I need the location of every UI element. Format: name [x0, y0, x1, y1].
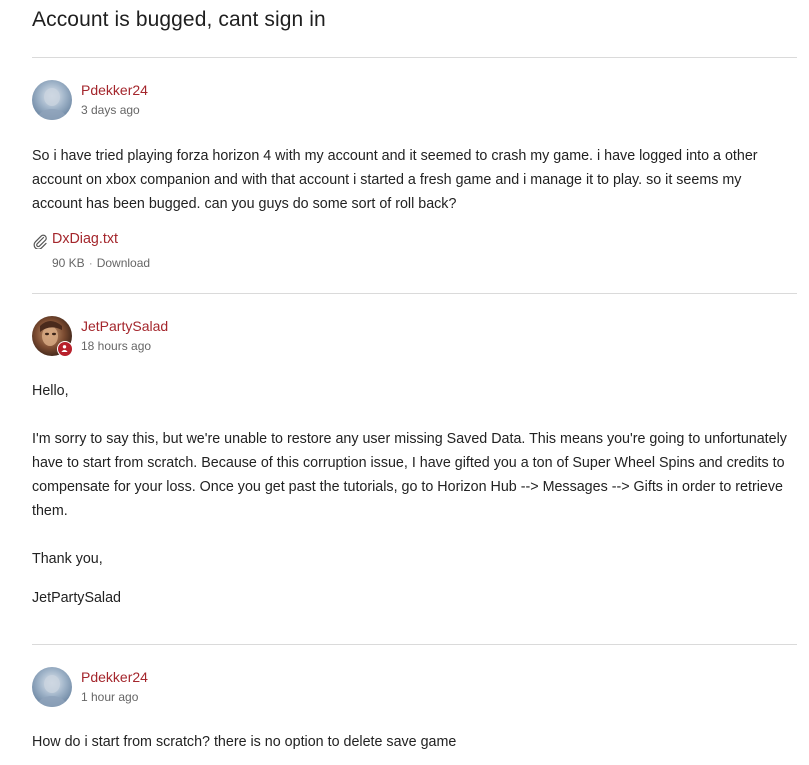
post-3: Pdekker24 1 hour ago How do i start from… — [32, 667, 792, 754]
post-paragraph: Thank you, — [32, 551, 103, 567]
avatar[interactable] — [32, 80, 72, 120]
divider — [32, 293, 797, 294]
attachment-meta: 90 KB · Download — [52, 256, 150, 270]
avatar[interactable] — [32, 667, 72, 707]
post-2: JetPartySalad 18 hours ago Hello, I'm so… — [32, 316, 792, 610]
author-name[interactable]: JetPartySalad — [81, 318, 168, 334]
meta-separator: · — [88, 256, 93, 270]
attachment-size: 90 KB — [52, 256, 85, 270]
attachment-filename[interactable]: DxDiag.txt — [52, 231, 118, 247]
paperclip-icon — [33, 234, 47, 249]
post-timestamp: 1 hour ago — [81, 690, 139, 704]
divider — [32, 644, 797, 645]
post-1: Pdekker24 3 days ago So i have tried pla… — [32, 80, 792, 216]
post-header: Pdekker24 1 hour ago — [32, 667, 792, 711]
post-timestamp: 3 days ago — [81, 103, 140, 117]
download-link[interactable]: Download — [97, 256, 150, 270]
post-body: So i have tried playing forza horizon 4 … — [32, 148, 758, 212]
thread-title: Account is bugged, cant sign in — [32, 8, 326, 31]
post-paragraph: JetPartySalad — [32, 590, 122, 606]
post-paragraph: I'm sorry to say this, but we're unable … — [32, 431, 787, 519]
post-header: JetPartySalad 18 hours ago — [32, 316, 792, 360]
avatar-wrapper — [32, 316, 76, 360]
post-header: Pdekker24 3 days ago — [32, 80, 792, 124]
post-paragraph: Hello, — [32, 383, 69, 399]
post-body: How do i start from scratch? there is no… — [32, 734, 457, 750]
divider — [32, 57, 797, 58]
author-name[interactable]: Pdekker24 — [81, 82, 148, 98]
moderator-badge-icon — [57, 341, 73, 357]
post-timestamp: 18 hours ago — [81, 339, 152, 353]
author-name[interactable]: Pdekker24 — [81, 669, 148, 685]
